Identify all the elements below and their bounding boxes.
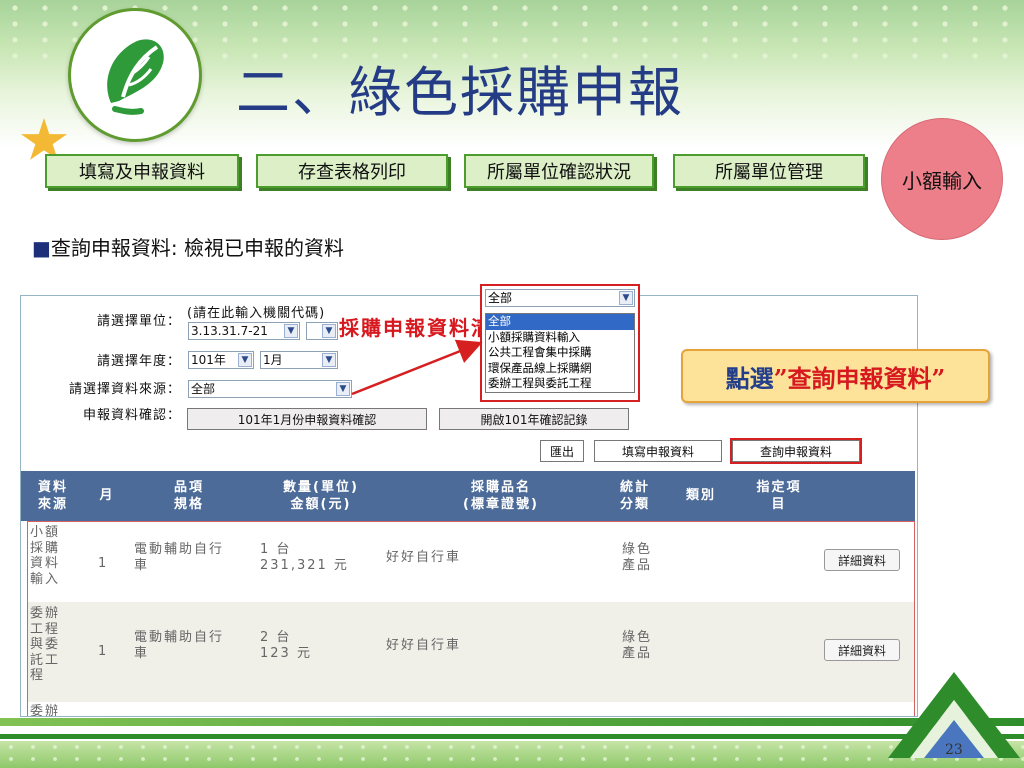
open-confirm-record-button[interactable]: 開啟101年確認記錄: [439, 408, 629, 430]
cell-quantity: 1 台 231,321 元: [260, 542, 349, 573]
chevron-down-icon: ▼: [336, 382, 350, 396]
cell-product-name: 好好自行車: [386, 550, 462, 565]
footer-line: [0, 718, 1024, 726]
bullet-marker: ■: [32, 236, 51, 260]
cell-source: 委辦: [30, 704, 61, 717]
cell-source: 小額 採購 資料 輸入: [30, 525, 61, 587]
cell-product-name: 好好自行車: [386, 638, 462, 653]
dropdown-option[interactable]: 環保產品線上採購網: [486, 361, 634, 377]
cell-month: 1: [98, 644, 109, 659]
chevron-down-icon: ▼: [322, 324, 336, 338]
section-subtitle-text: 查詢申報資料: 檢視已申報的資料: [50, 236, 345, 260]
nav-unit-confirm-status[interactable]: 所屬單位確認狀況: [464, 154, 654, 188]
section-subtitle: ■查詢申報資料: 檢視已申報的資料: [32, 232, 344, 261]
cell-stat: 綠色 產品: [622, 542, 653, 573]
col-designated: 指定項目: [756, 480, 802, 512]
cell-item: 電動輔助自行車: [134, 542, 225, 573]
footer-band: [0, 741, 1024, 768]
cell-month: 1: [98, 556, 109, 571]
unit-sub-select[interactable]: ▼: [306, 322, 338, 340]
small-amount-input-button[interactable]: 小額輸入: [881, 118, 1003, 240]
col-month: 月: [99, 488, 115, 503]
dropdown-option[interactable]: 公共工程會集中採購: [486, 345, 634, 361]
confirm-label: 申報資料確認：: [82, 408, 181, 423]
table-header: 資料 來源 月 品項 規格 數量(單位) 金額(元) 採購品名 (標章證號) 統計 分類 …: [21, 471, 915, 521]
dropdown-option[interactable]: 小額採購資料輸入: [486, 330, 634, 346]
fill-report-button[interactable]: 填寫申報資料: [594, 440, 722, 462]
chevron-down-icon: ▼: [238, 353, 252, 367]
cell-source: 委辦 工程 與委 託工程: [30, 606, 61, 683]
chevron-down-icon: ▼: [322, 353, 336, 367]
unit-code-select[interactable]: 3.13.31.7-21 ▼: [188, 322, 300, 340]
nav-fill-report[interactable]: 填寫及申報資料: [45, 154, 239, 188]
table-row: 小額 採購 資料 輸入 1 電動輔助自行車 1 台 231,321 元 好好自行車 綠色…: [28, 522, 914, 602]
cell-item: 電動輔助自行車: [134, 630, 225, 661]
col-product-name: 採購品名 (標章證號): [463, 480, 539, 512]
nav-unit-management[interactable]: 所屬單位管理: [673, 154, 865, 188]
table-row: 委辦: [28, 702, 914, 717]
year-select[interactable]: 101年 ▼: [188, 351, 254, 369]
col-category: 類別: [685, 488, 716, 503]
dropdown-option[interactable]: 委辦工程與委託工程: [486, 376, 634, 392]
source-dropdown-expanded: 全部 ▼ 全部 小額採購資料輸入 公共工程會集中採購 環保產品線上採購網 委辦工程…: [480, 284, 640, 402]
export-button[interactable]: 匯出: [540, 440, 584, 462]
page-number: 23: [945, 742, 963, 758]
slide-title: 二、綠色採購申報: [236, 61, 684, 124]
dropdown-select[interactable]: 全部 ▼: [485, 289, 635, 307]
year-label: 請選擇年度：: [96, 354, 181, 369]
query-report-button[interactable]: 查詢申報資料: [730, 438, 862, 464]
cell-stat: 綠色 產品: [622, 630, 653, 661]
source-label: 請選擇資料來源：: [68, 382, 181, 397]
col-quantity: 數量(單位) 金額(元): [283, 480, 359, 512]
instruction-callout: 點選 ”查詢申報資料”: [681, 349, 990, 403]
month-select[interactable]: 1月 ▼: [260, 351, 338, 369]
unit-hint: (請在此輸入機關代碼): [187, 306, 326, 321]
green-mark-icon: [95, 35, 171, 115]
unit-label: 請選擇單位：: [96, 314, 181, 329]
dropdown-option[interactable]: 全部: [486, 314, 634, 330]
chevron-down-icon: ▼: [284, 324, 298, 338]
table-row: 委辦 工程 與委 託工程 1 電動輔助自行車 2 台 123 元 好好自行車 綠色 產品 …: [28, 602, 914, 702]
chevron-down-icon: ▼: [619, 291, 633, 305]
cell-quantity: 2 台 123 元: [260, 630, 312, 661]
green-mark-logo: [68, 8, 202, 142]
footer-line: [0, 734, 1024, 739]
dropdown-options: 全部 小額採購資料輸入 公共工程會集中採購 環保產品線上採購網 委辦工程與委託工…: [485, 313, 635, 393]
col-item: 品項 規格: [173, 480, 204, 512]
confirm-report-button[interactable]: 101年1月份申報資料確認: [187, 408, 427, 430]
detail-button[interactable]: 詳細資料: [824, 549, 900, 571]
source-select[interactable]: 全部 ▼: [188, 380, 352, 398]
col-source: 資料 來源: [37, 480, 68, 512]
nav-print-forms[interactable]: 存查表格列印: [256, 154, 448, 188]
col-stat: 統計 分類: [619, 480, 650, 512]
table-body: 小額 採購 資料 輸入 1 電動輔助自行車 1 台 231,321 元 好好自行車 綠色…: [27, 521, 915, 717]
